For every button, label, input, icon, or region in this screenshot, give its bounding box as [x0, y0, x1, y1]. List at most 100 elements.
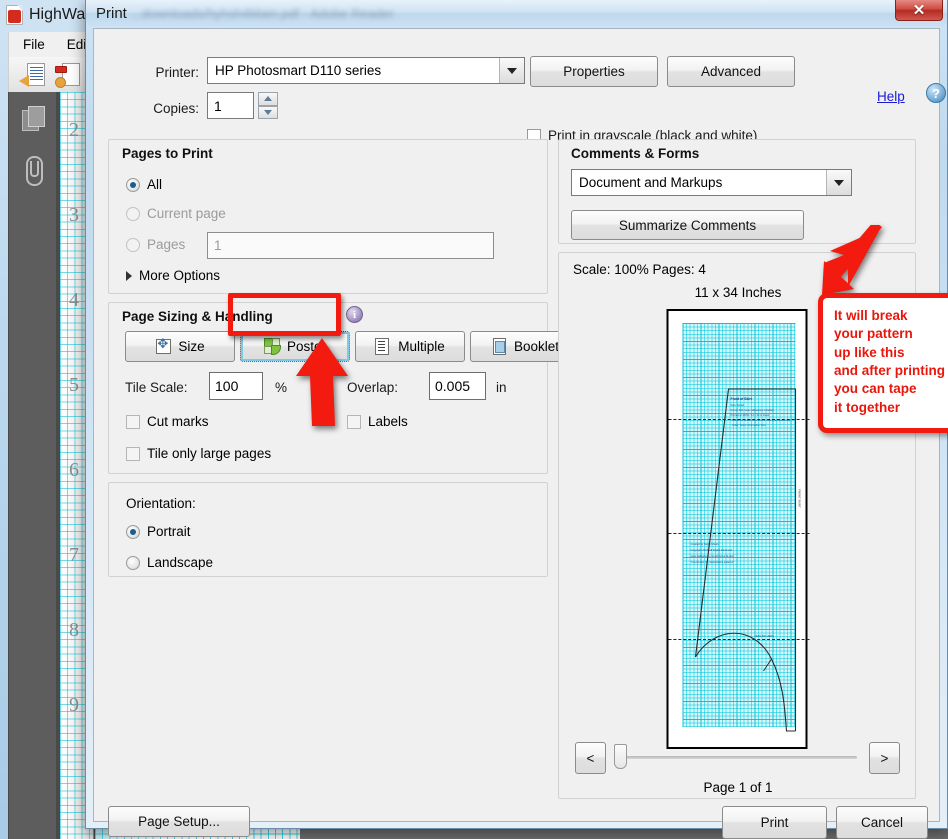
page-cut-line-1	[669, 419, 810, 420]
info-icon[interactable]: i	[346, 306, 363, 323]
radio-portrait-label: Portrait	[147, 524, 191, 539]
preview-slider-track[interactable]	[617, 756, 857, 759]
more-options-toggle[interactable]: More Options	[126, 268, 220, 283]
pattern-footer-2: www.stellasheen.com/shortcut-fit-skirt	[691, 555, 734, 559]
pattern-line-0: Size: Small	[731, 404, 744, 408]
overlap-input[interactable]: 0.005	[429, 372, 486, 400]
pattern-footer-0: Created by Stella Sheen	[691, 543, 719, 547]
printer-select-value: HP Photosmart D110 series	[215, 63, 381, 78]
copies-stepper[interactable]	[258, 92, 278, 119]
radio-landscape-label: Landscape	[147, 555, 213, 570]
page-setup-button[interactable]: Page Setup...	[108, 806, 250, 837]
copies-label: Copies:	[153, 101, 199, 116]
printer-row: Printer: HP Photosmart D110 series Copie…	[108, 43, 928, 111]
printer-dropdown-arrow[interactable]	[499, 58, 524, 83]
preview-prev-button[interactable]: <	[575, 742, 606, 774]
pattern-line-2: Printed at 100% / 11 x 34 in sheet	[731, 414, 770, 418]
chevron-right-icon	[126, 271, 132, 281]
help-icon[interactable]: ?	[926, 83, 946, 103]
comments-dropdown-arrow[interactable]	[826, 170, 851, 195]
help-link[interactable]: Help	[877, 89, 905, 104]
comments-forms-select[interactable]: Document and Markups	[571, 169, 852, 196]
annotation-callout-box: It will break your pattern up like this …	[818, 293, 948, 433]
ruler-tick-2: 2	[69, 120, 79, 140]
radio-current-page[interactable]	[126, 207, 140, 221]
tile-scale-unit: %	[275, 380, 287, 395]
labels-label: Labels	[368, 414, 408, 429]
mode-size-label: Size	[178, 339, 204, 354]
annotation-callout-text: It will break your pattern up like this …	[834, 307, 948, 417]
radio-landscape[interactable]	[126, 556, 140, 570]
radio-all-label: All	[147, 177, 162, 192]
pattern-footer-3: "Found also the Seamstress patterns"	[691, 561, 735, 565]
radio-all[interactable]	[126, 178, 140, 192]
pages-to-print-title: Pages to Print	[122, 146, 213, 161]
pattern-title: Front of Skirt	[731, 397, 752, 402]
pages-range-input[interactable]: 1	[207, 232, 494, 259]
ruler-tick-3: 3	[69, 205, 79, 225]
radio-pages-row[interactable]: Pages	[126, 237, 185, 252]
printer-label: Printer:	[155, 65, 199, 80]
tile-scale-value: 100	[215, 378, 238, 394]
open-pdf-icon[interactable]	[19, 62, 45, 88]
print-dialog-title: Print	[96, 5, 127, 22]
mode-button-multiple[interactable]: Multiple	[355, 331, 465, 362]
comments-forms-value: Document and Markups	[579, 175, 722, 190]
pages-to-print-group: Pages to Print All Current page Pages 1	[108, 139, 548, 294]
chevron-down-icon	[834, 180, 844, 186]
printer-select[interactable]: HP Photosmart D110 series	[207, 57, 525, 84]
preview-slider-thumb[interactable]	[614, 744, 627, 769]
more-options-label: More Options	[139, 268, 220, 283]
ruler-tick-7: 7	[69, 545, 79, 565]
cancel-button[interactable]: Cancel	[836, 806, 928, 839]
mode-button-size[interactable]: Size	[125, 331, 235, 362]
ruler-tick-5: 5	[69, 375, 79, 395]
tile-only-checkbox[interactable]	[126, 447, 140, 461]
print-dialog-titlebar: Print ...downloads/hyhsh4Main.pdf - Adob…	[86, 0, 947, 27]
radio-portrait-row[interactable]: Portrait	[126, 524, 191, 539]
radio-current-page-row[interactable]: Current page	[126, 206, 226, 221]
orientation-label: Orientation:	[126, 496, 196, 511]
comments-forms-title: Comments & Forms	[571, 146, 699, 161]
page-cut-line-2	[669, 533, 810, 534]
tile-scale-input[interactable]: 100	[209, 372, 263, 400]
pattern-line-4: - Color: Some information here	[731, 424, 766, 428]
copies-input[interactable]: 1	[207, 92, 254, 119]
page-thumbnails-icon[interactable]	[22, 106, 44, 130]
ruler-tick-8: 8	[69, 620, 79, 640]
print-button[interactable]: Print	[722, 806, 827, 839]
radio-pages[interactable]	[126, 238, 140, 252]
orientation-group: Orientation: Portrait Landscape	[108, 482, 548, 577]
reader-window-title: HighWa	[29, 6, 85, 24]
attachments-icon[interactable]	[22, 156, 44, 184]
tile-only-large-pages-row[interactable]: Tile only large pages	[126, 446, 271, 461]
preview-scale-text: Scale: 100% Pages: 4	[573, 262, 706, 277]
copies-decrement-button[interactable]	[258, 106, 278, 120]
radio-all-row[interactable]: All	[126, 177, 162, 192]
menu-item-file[interactable]: File	[23, 37, 45, 52]
cut-marks-row[interactable]: Cut marks	[126, 414, 209, 429]
mode-booklet-label: Booklet	[514, 339, 559, 354]
cut-marks-checkbox[interactable]	[126, 415, 140, 429]
pattern-footer-1: Copyright 2013, all Rights Reserved.	[691, 549, 733, 553]
preview-page[interactable]: Front of Skirt Size: Small Cut on fold, …	[667, 309, 808, 749]
red-arrow-to-poster-icon	[288, 336, 358, 428]
copies-increment-button[interactable]	[258, 92, 278, 106]
adobe-pdf-logo-icon	[6, 5, 23, 25]
radio-portrait[interactable]	[126, 525, 140, 539]
overlap-value: 0.005	[435, 378, 470, 394]
page-sizing-title: Page Sizing & Handling	[122, 309, 273, 324]
close-button[interactable]: ✕	[895, 0, 943, 21]
advanced-button[interactable]: Advanced	[667, 56, 795, 87]
radio-landscape-row[interactable]: Landscape	[126, 555, 213, 570]
preview-next-button[interactable]: >	[869, 742, 900, 774]
summarize-comments-button[interactable]: Summarize Comments	[571, 210, 804, 240]
print-dialog-body: Printer: HP Photosmart D110 series Copie…	[93, 28, 940, 822]
screen: HighWa File Edit 2 3 4 5 6 7	[0, 0, 948, 839]
red-arrow-to-preview-icon	[818, 225, 886, 297]
create-pdf-icon[interactable]	[54, 62, 80, 88]
copies-value: 1	[214, 98, 222, 114]
poster-icon	[264, 338, 281, 355]
ruler-tick-6: 6	[69, 460, 79, 480]
properties-button[interactable]: Properties	[530, 56, 658, 87]
